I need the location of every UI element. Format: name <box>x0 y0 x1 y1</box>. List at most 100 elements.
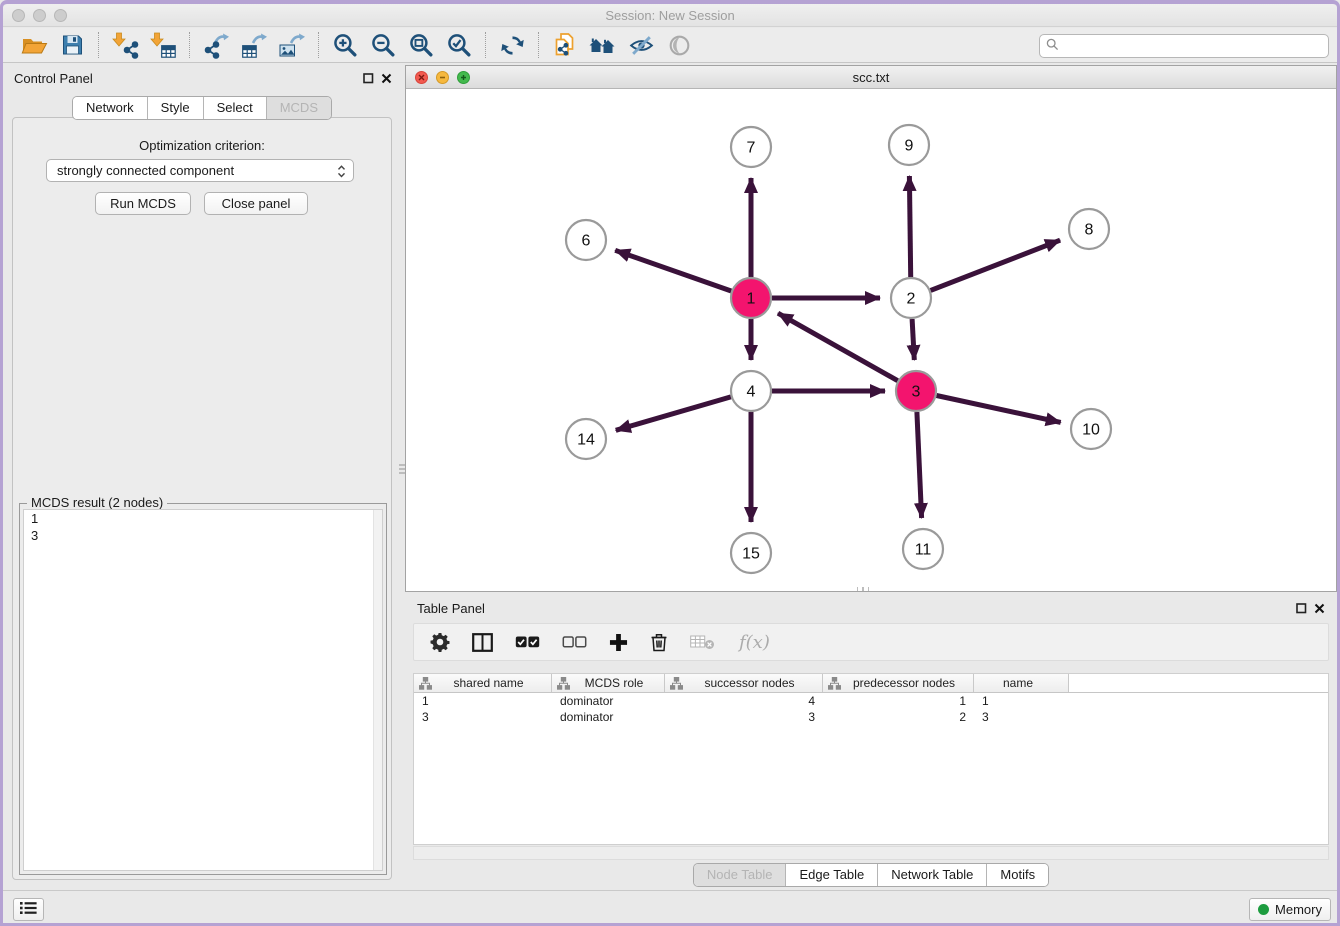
zoom-out-icon[interactable] <box>364 30 402 60</box>
mcds-result-item[interactable]: 1 <box>24 510 382 527</box>
table-cell: 1 <box>414 694 552 708</box>
table-cell: 3 <box>974 710 1069 724</box>
import-table-icon[interactable] <box>144 30 182 60</box>
graph-node-6[interactable]: 6 <box>566 220 606 260</box>
main-toolbar-items <box>15 30 698 60</box>
mcds-result-item[interactable]: 3 <box>24 527 382 544</box>
edge-4-14[interactable] <box>616 397 731 430</box>
import-network-icon[interactable] <box>106 30 144 60</box>
control-panel-title: Control Panel <box>14 71 93 86</box>
toolbar-separator <box>98 32 99 58</box>
close-panel-icon[interactable] <box>1314 602 1325 617</box>
header-filler <box>1069 674 1328 692</box>
hide-annotations-icon[interactable] <box>622 30 660 60</box>
node-label: 10 <box>1082 422 1100 439</box>
edge-2-9[interactable] <box>909 176 910 277</box>
memory-button[interactable]: Memory <box>1249 898 1331 921</box>
column-header-shared-name[interactable]: shared name <box>414 674 552 692</box>
table-row[interactable]: 1dominator411 <box>414 693 1328 709</box>
tab-edge-table[interactable]: Edge Table <box>785 864 877 886</box>
task-history-button[interactable] <box>13 898 44 921</box>
toolbar-separator <box>189 32 190 58</box>
graph-node-4[interactable]: 4 <box>731 371 771 411</box>
refresh-icon[interactable] <box>493 30 531 60</box>
settings-gear-icon[interactable] <box>430 632 450 652</box>
zoom-in-icon[interactable] <box>326 30 364 60</box>
mcds-panel: Optimization criterion: strongly connect… <box>12 117 392 880</box>
tab-mcds[interactable]: MCDS <box>266 97 331 119</box>
table-cell: 4 <box>665 694 823 708</box>
add-column-icon[interactable] <box>609 633 628 652</box>
graph-node-3[interactable]: 3 <box>896 371 936 411</box>
tab-network-table[interactable]: Network Table <box>877 864 986 886</box>
table-panel: Table Panel f(x) shared nameMCDS rolesuc… <box>405 595 1337 887</box>
control-panel: Control Panel NetworkStyleSelectMCDS Opt… <box>4 65 400 884</box>
search-field[interactable] <box>1039 34 1329 58</box>
table-splitter-handle[interactable] <box>855 587 871 593</box>
edge-2-8[interactable] <box>931 240 1061 290</box>
select-all-checkboxes-icon[interactable] <box>515 635 540 649</box>
zoom-fit-icon[interactable] <box>402 30 440 60</box>
column-header-predecessor-nodes[interactable]: predecessor nodes <box>823 674 974 692</box>
hierarchy-icon <box>670 677 683 690</box>
zoom-selected-icon[interactable] <box>440 30 478 60</box>
edge-3-11[interactable] <box>917 412 922 518</box>
node-label: 15 <box>742 546 760 563</box>
float-panel-icon[interactable] <box>1296 602 1307 617</box>
tab-motifs[interactable]: Motifs <box>986 864 1048 886</box>
tab-network[interactable]: Network <box>73 97 147 119</box>
criterion-dropdown[interactable]: strongly connected component <box>46 159 354 182</box>
table-cell: 3 <box>665 710 823 724</box>
edge-3-10[interactable] <box>937 396 1061 423</box>
table-cell: dominator <box>552 710 665 724</box>
save-icon[interactable] <box>53 30 91 60</box>
graph-node-10[interactable]: 10 <box>1071 409 1111 449</box>
column-header-successor-nodes[interactable]: successor nodes <box>665 674 823 692</box>
export-image-icon[interactable] <box>273 30 311 60</box>
graph-node-8[interactable]: 8 <box>1069 209 1109 249</box>
clone-network-icon[interactable] <box>546 30 584 60</box>
hierarchy-icon <box>419 677 432 690</box>
column-header-name[interactable]: name <box>974 674 1069 692</box>
memory-label: Memory <box>1275 902 1322 917</box>
houses-icon[interactable] <box>584 30 622 60</box>
mcds-result-scrollbar[interactable] <box>373 510 382 870</box>
export-table-icon[interactable] <box>235 30 273 60</box>
tab-node-table[interactable]: Node Table <box>694 864 786 886</box>
edge-2-3[interactable] <box>912 319 914 360</box>
table-horizontal-scrollbar[interactable] <box>413 846 1329 860</box>
tab-style[interactable]: Style <box>147 97 203 119</box>
graph-node-2[interactable]: 2 <box>891 278 931 318</box>
split-columns-icon[interactable] <box>472 633 493 652</box>
run-mcds-button[interactable]: Run MCDS <box>95 192 191 215</box>
graph-node-9[interactable]: 9 <box>889 125 929 165</box>
float-panel-icon[interactable] <box>363 72 374 87</box>
close-panel-button[interactable]: Close panel <box>204 192 308 215</box>
node-label: 9 <box>905 138 914 155</box>
graph-node-14[interactable]: 14 <box>566 419 606 459</box>
graph-node-1[interactable]: 1 <box>731 278 771 318</box>
window-title: Session: New Session <box>3 8 1337 23</box>
graph-node-7[interactable]: 7 <box>731 127 771 167</box>
graph-node-11[interactable]: 11 <box>903 529 943 569</box>
unselect-all-checkboxes-icon[interactable] <box>562 635 587 649</box>
column-header-MCDS-role[interactable]: MCDS role <box>552 674 665 692</box>
graph-node-15[interactable]: 15 <box>731 533 771 573</box>
network-view-window: scc.txt 1234678910111415 <box>405 65 1337 592</box>
search-input[interactable] <box>1064 39 1322 54</box>
close-panel-icon[interactable] <box>381 72 392 87</box>
show-details-eye-icon[interactable] <box>660 30 698 60</box>
edge-3-1[interactable] <box>778 313 898 381</box>
open-folder-icon[interactable] <box>15 30 53 60</box>
list-icon <box>20 901 37 918</box>
delete-table-icon <box>690 634 715 650</box>
delete-columns-trash-icon[interactable] <box>650 632 668 652</box>
panel-splitter-handle[interactable] <box>399 462 407 478</box>
export-network-icon[interactable] <box>197 30 235 60</box>
tab-select[interactable]: Select <box>203 97 266 119</box>
table-row[interactable]: 3dominator323 <box>414 709 1328 725</box>
node-label: 4 <box>747 384 756 401</box>
edge-1-6[interactable] <box>615 250 731 291</box>
table-cell: 2 <box>823 710 974 724</box>
network-canvas[interactable]: 1 2 3 4 6 7 8 9 10 11 14 15 <box>406 89 1336 591</box>
